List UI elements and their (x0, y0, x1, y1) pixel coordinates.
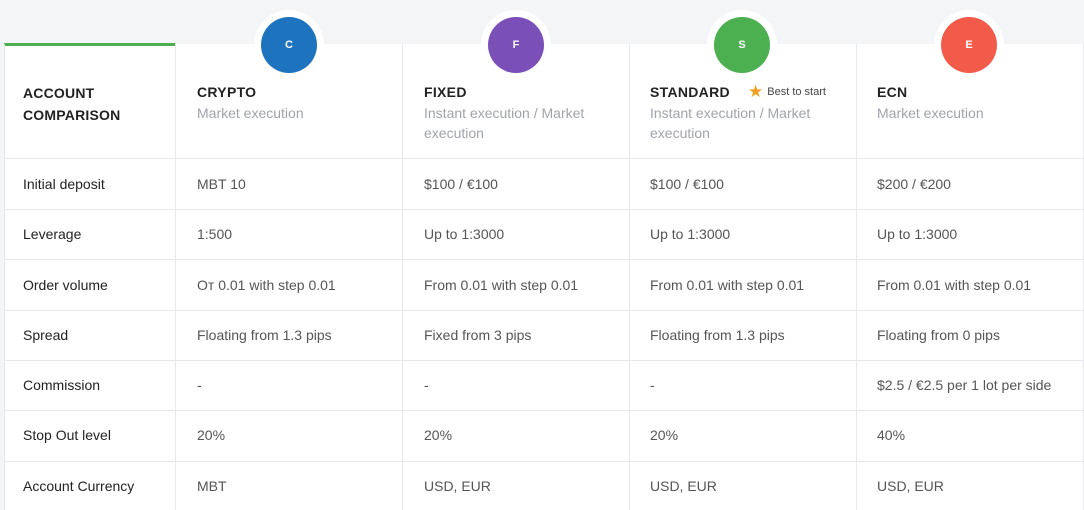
table-cell: MBT (197, 478, 227, 494)
table-cell: MBT 10 (197, 176, 246, 192)
row-divider (4, 410, 1084, 411)
best-to-start-tag: ★ Best to start (748, 82, 826, 101)
best-to-start-label: Best to start (767, 86, 826, 98)
table-cell: $2.5 / €2.5 per 1 lot per side (877, 377, 1052, 393)
column-divider (629, 44, 630, 510)
table-cell: Up to 1:3000 (877, 226, 958, 242)
column-divider (175, 44, 176, 510)
table-cell: $200 / €200 (877, 176, 951, 192)
badge-ring: F (481, 10, 551, 80)
table-cell: USD, EUR (877, 478, 944, 494)
table-cell: - (197, 377, 202, 393)
table-cell: $100 / €100 (424, 176, 498, 192)
standard-badge: S (714, 17, 770, 73)
table-cell: 20% (424, 427, 453, 443)
row-divider (4, 259, 1084, 260)
row-divider (4, 310, 1084, 311)
column-execution-ecn: Market execution (877, 105, 984, 121)
table-cell: Floating from 0 pips (877, 327, 1000, 343)
table-cell: Up to 1:3000 (650, 226, 731, 242)
column-execution-fixed: Instant execution / Market execution (424, 105, 585, 141)
column-divider (402, 44, 403, 510)
row-divider (4, 360, 1084, 361)
row-divider (4, 461, 1084, 462)
badge-ring: S (707, 10, 777, 80)
row-label: Order volume (23, 277, 108, 293)
table-cell: $100 / €100 (650, 176, 724, 192)
table-cell: 1:500 (197, 226, 233, 242)
table-cell: Fixed from 3 pips (424, 327, 532, 343)
column-title-standard: STANDARD (650, 84, 730, 100)
account-comparison: ACCOUNT COMPARISON C F S E CRYPTO Market… (0, 0, 1084, 510)
header-accent-line (4, 43, 175, 46)
row-label: Leverage (23, 226, 82, 242)
table-cell: Floating from 1.3 pips (197, 327, 332, 343)
column-title-crypto: CRYPTO (197, 84, 257, 100)
row-label: Initial deposit (23, 176, 105, 192)
column-divider (856, 44, 857, 510)
badge-ring: C (254, 10, 324, 80)
table-cell: 40% (877, 427, 906, 443)
row-divider (4, 209, 1084, 210)
table-cell: 20% (197, 427, 226, 443)
table-cell: Floating from 1.3 pips (650, 327, 785, 343)
table-cell: From 0.01 with step 0.01 (650, 277, 805, 293)
table-cell: - (424, 377, 429, 393)
table-cell: От 0.01 with step 0.01 (197, 277, 336, 293)
table-title: ACCOUNT COMPARISON (23, 85, 121, 123)
table-cell: From 0.01 with step 0.01 (424, 277, 579, 293)
star-icon: ★ (748, 82, 764, 101)
crypto-badge: C (261, 17, 317, 73)
table-cell: 20% (650, 427, 679, 443)
table-cell: USD, EUR (650, 478, 717, 494)
table-cell: USD, EUR (424, 478, 491, 494)
column-title-fixed: FIXED (424, 84, 467, 100)
fixed-badge: F (488, 17, 544, 73)
column-execution-crypto: Market execution (197, 105, 304, 121)
table-cell: Up to 1:3000 (424, 226, 505, 242)
row-label: Stop Out level (23, 427, 111, 443)
table-cell: - (650, 377, 655, 393)
column-execution-standard: Instant execution / Market execution (650, 105, 811, 141)
row-label: Spread (23, 327, 69, 343)
row-label: Commission (23, 377, 101, 393)
badge-ring: E (934, 10, 1004, 80)
table-border (4, 44, 5, 510)
table-cell: From 0.01 with step 0.01 (877, 277, 1032, 293)
row-label: Account Currency (23, 478, 135, 494)
row-divider (4, 158, 1084, 159)
ecn-badge: E (941, 17, 997, 73)
column-title-ecn: ECN (877, 84, 908, 100)
